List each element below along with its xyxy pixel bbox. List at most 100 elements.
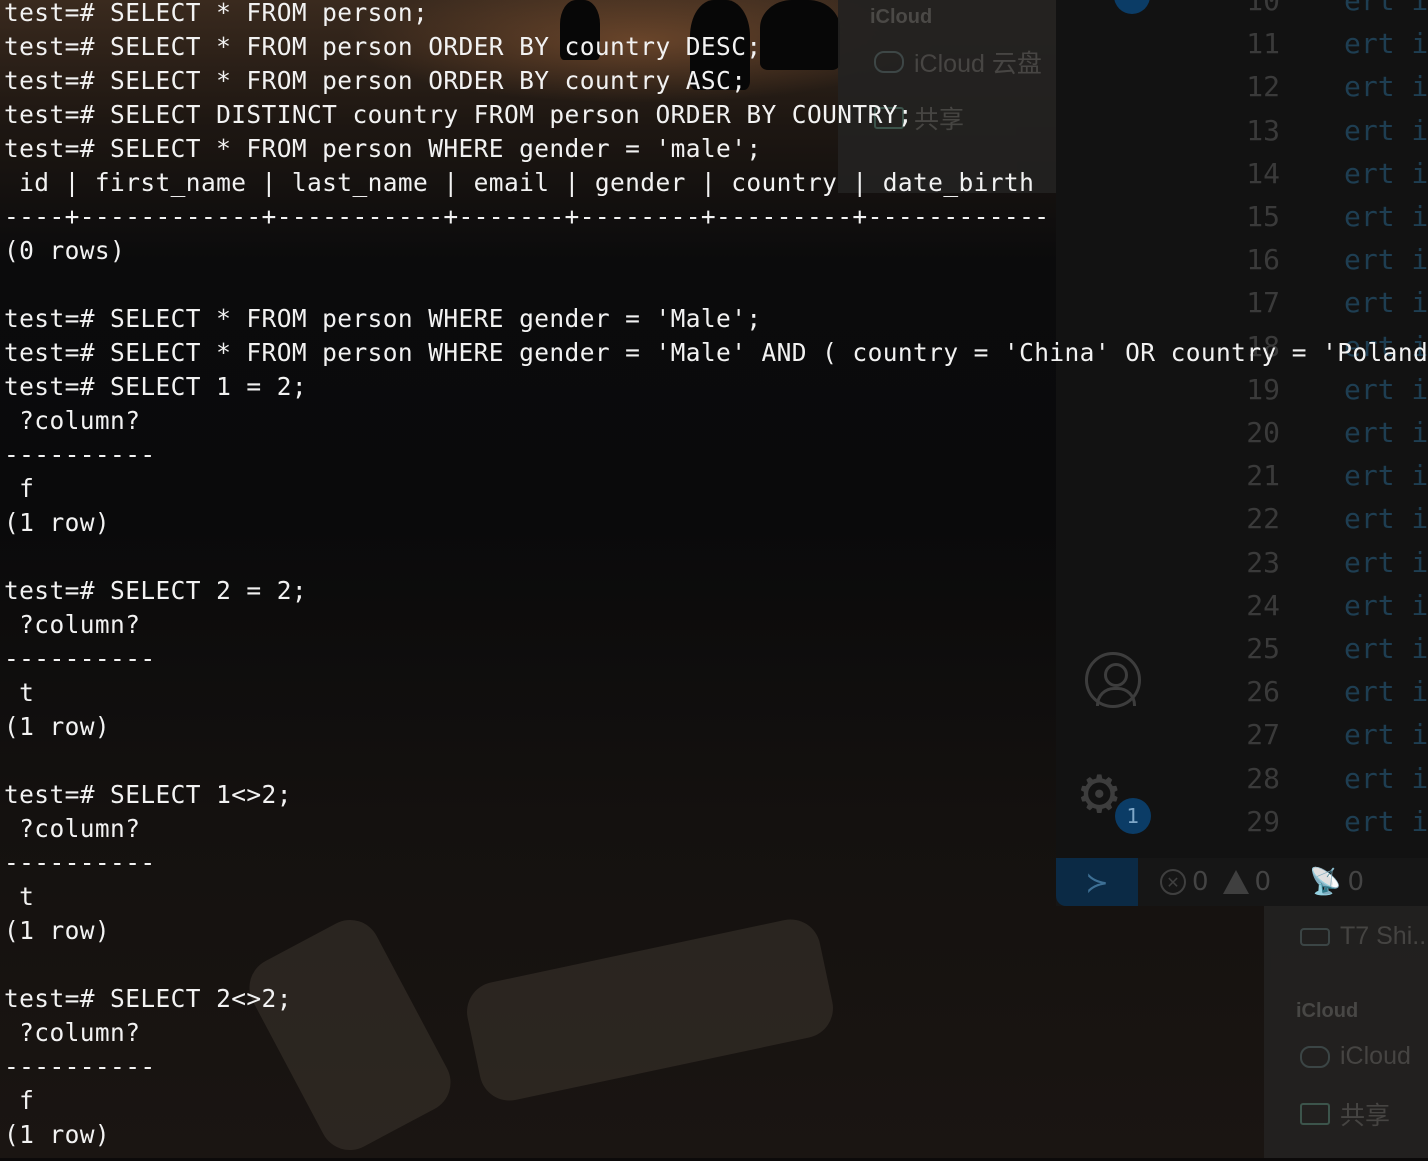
terminal-output-line: t: [4, 882, 35, 911]
warning-count: 0: [1254, 867, 1272, 897]
ports-indicator[interactable]: 📡 0: [1309, 867, 1364, 897]
finder-item-label: iCloud: [1340, 1042, 1411, 1070]
code-line: ert i: [1344, 372, 1428, 406]
line-number: 27: [1246, 718, 1280, 752]
line-number: 20: [1246, 416, 1280, 449]
driftwood-log: [238, 909, 462, 1161]
tree-silhouette: [760, 0, 840, 70]
terminal-command-line: test=# SELECT DISTINCT country FROM pers…: [4, 100, 914, 129]
cloud-icon: [1300, 1045, 1330, 1068]
code-line: ert i: [1344, 0, 1428, 17]
terminal-output-line: ----+------------+-----------+-------+--…: [4, 202, 1050, 231]
code-line: ert i: [1344, 459, 1428, 493]
code-line: ert i: [1344, 27, 1428, 61]
code-line: ert i: [1344, 718, 1428, 752]
terminal-command-line: test=# SELECT 1<>2;: [4, 780, 292, 809]
code-line: ert i: [1344, 70, 1428, 104]
terminal-command-line: test=# SELECT * FROM person WHERE gender…: [4, 338, 1428, 367]
terminal-command-line: test=# SELECT * FROM person ORDER BY cou…: [4, 32, 762, 61]
line-number: 25: [1246, 632, 1280, 665]
terminal-output-line: ----------: [4, 440, 156, 469]
line-number: 14: [1246, 156, 1280, 190]
code-line: ert i: [1344, 416, 1428, 449]
cloud-icon: [874, 51, 904, 73]
finder-item-label: iCloud 云盘: [914, 50, 1042, 78]
terminal-output-line: (1 row): [4, 1120, 111, 1149]
vscode-status-bar: ≻ ✕ 0 0 📡 0: [1056, 858, 1428, 906]
terminal-output-line: f: [4, 474, 35, 503]
code-line: ert i: [1344, 545, 1428, 579]
driftwood-log: [461, 913, 839, 1107]
code-line: ert i: [1344, 243, 1428, 277]
terminal-command-line: test=# SELECT * FROM person;: [4, 0, 429, 27]
line-number: 13: [1246, 113, 1280, 147]
code-line: ert i: [1344, 675, 1428, 709]
terminal-output-line: ----------: [4, 848, 156, 877]
terminal-output-line: ?column?: [4, 610, 141, 639]
error-count: 0: [1192, 867, 1209, 897]
finder-item-label: 共享: [914, 106, 965, 134]
gear-icon[interactable]: ⚙: [1080, 760, 1119, 824]
finder-sidebar-lower: T7 Shi... iCloud iCloud 共享: [1264, 906, 1428, 1158]
line-number: 24: [1246, 588, 1280, 622]
terminal-output-line: (0 rows): [4, 236, 126, 265]
account-icon[interactable]: [1085, 652, 1141, 708]
terminal-output-line: f: [4, 1086, 35, 1115]
code-line: ert i: [1344, 502, 1428, 536]
ports-count: 0: [1347, 867, 1365, 897]
line-number: 23: [1246, 545, 1280, 579]
code-line: ert i: [1344, 761, 1428, 795]
line-number: 29: [1246, 804, 1280, 838]
line-number: 21: [1246, 459, 1280, 493]
broadcast-icon: 📡: [1309, 867, 1342, 897]
terminal-command-line: test=# SELECT * FROM person ORDER BY cou…: [4, 66, 747, 95]
finder-item-external-drive[interactable]: T7 Shi...: [1300, 922, 1428, 951]
line-number: 16: [1246, 243, 1280, 277]
finder-item-shared[interactable]: 共享: [1300, 1096, 1390, 1132]
terminal-command-line: test=# SELECT 1 = 2;: [4, 372, 308, 401]
line-number: 22: [1246, 502, 1280, 536]
terminal-command-line: test=# SELECT 2 = 2;: [4, 576, 308, 605]
terminal-output-line: t: [4, 678, 35, 707]
warning-icon: [1222, 870, 1249, 894]
code-line: ert i: [1344, 200, 1428, 233]
terminal-command-line: test=# SELECT * FROM person WHERE gender…: [4, 134, 762, 163]
line-number: 15: [1246, 200, 1280, 233]
finder-item-label: 共享: [1340, 1102, 1391, 1130]
terminal-command-line: test=# SELECT * FROM person WHERE gender…: [4, 304, 762, 333]
finder-section-header: iCloud: [1296, 1000, 1359, 1022]
terminal-output-line: (1 row): [4, 712, 111, 741]
terminal-output-line: (1 row): [4, 916, 111, 945]
shared-folder-icon: [1300, 1103, 1330, 1125]
line-number: 11: [1246, 27, 1280, 61]
line-number: 17: [1246, 286, 1280, 320]
terminal-output-line: ?column?: [4, 1018, 141, 1047]
terminal-output-line: id | first_name | last_name | email | ge…: [4, 168, 1035, 197]
settings-badge: 1: [1115, 798, 1151, 834]
terminal-output-line: ?column?: [4, 406, 141, 435]
terminal-output-line: ?column?: [4, 814, 141, 843]
code-line: ert i: [1344, 632, 1428, 665]
error-icon: ✕: [1160, 869, 1186, 895]
terminal-command-line: test=# SELECT 2<>2;: [4, 984, 292, 1013]
remote-indicator-button[interactable]: ≻: [1056, 858, 1138, 906]
finder-section-header: iCloud: [870, 6, 933, 28]
line-number: 12: [1246, 70, 1280, 104]
line-number: 19: [1246, 372, 1280, 406]
problems-indicator[interactable]: ✕ 0 0: [1160, 867, 1271, 897]
code-line: ert i: [1344, 156, 1428, 190]
line-number: 28: [1246, 761, 1280, 795]
finder-item-icloud[interactable]: iCloud: [1300, 1042, 1411, 1071]
terminal-output-line: ----------: [4, 1052, 156, 1081]
remote-icon: ≻: [1085, 865, 1109, 899]
line-number: 26: [1246, 675, 1280, 709]
terminal-output-line: (1 row): [4, 508, 111, 537]
code-line: ert i: [1344, 286, 1428, 320]
code-line: ert i: [1344, 588, 1428, 622]
finder-sidebar: iCloud iCloud 云盘 共享: [838, 0, 1056, 193]
line-number: 10: [1246, 0, 1280, 17]
external-drive-icon: [1300, 927, 1330, 946]
finder-item-icloud-drive[interactable]: iCloud 云盘: [874, 44, 1042, 80]
finder-item-label: T7 Shi...: [1340, 922, 1428, 950]
code-line: ert i: [1344, 804, 1428, 838]
